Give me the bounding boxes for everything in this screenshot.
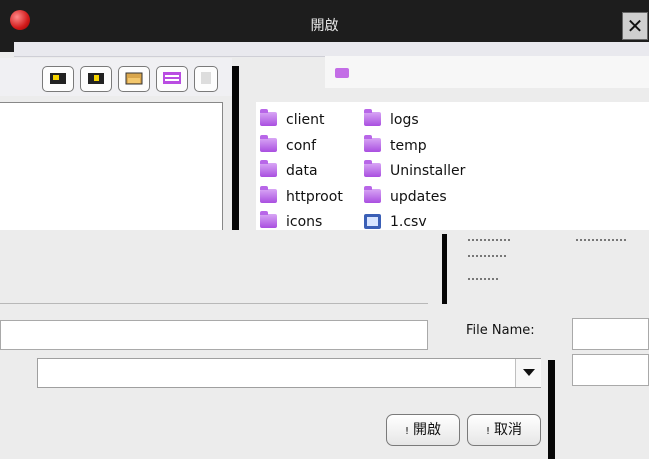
file-name: updates [390, 189, 447, 205]
button-glyph: ! [404, 426, 409, 437]
chevron-down-icon[interactable] [515, 359, 541, 387]
folder-icon [260, 160, 277, 177]
file-name: temp [390, 138, 427, 154]
list-view-button[interactable] [156, 66, 188, 92]
new-folder-button[interactable] [118, 66, 150, 92]
csv-file-icon [364, 214, 381, 229]
folder-icon [260, 186, 277, 203]
file-name: 1.csv [390, 214, 427, 230]
left-file-name-field[interactable] [0, 320, 428, 350]
list-item[interactable]: updates [364, 186, 447, 208]
file-name: conf [286, 138, 317, 154]
file-name-input[interactable] [572, 318, 649, 350]
list-item[interactable]: client [260, 109, 324, 131]
file-name: logs [390, 112, 419, 128]
list-item[interactable]: temp [364, 135, 427, 157]
button-glyph: ! [485, 426, 490, 437]
glitch-bar [442, 234, 447, 304]
open-button[interactable]: ! 開啟 [386, 414, 460, 446]
folder-icon [364, 186, 381, 203]
glitch-fragment [466, 232, 646, 292]
details-view-button[interactable] [194, 66, 218, 92]
new-folder-icon [125, 72, 143, 85]
file-name: client [286, 112, 325, 128]
folder-icon [364, 135, 381, 152]
path-bar[interactable] [325, 56, 649, 88]
file-name: data [286, 163, 318, 179]
home-icon [88, 73, 104, 84]
close-button[interactable]: ✕ [622, 12, 648, 40]
folder-icon [260, 109, 277, 126]
file-name: Uninstaller [390, 163, 466, 179]
file-type-select[interactable] [37, 358, 541, 388]
top-toolbar-strip [14, 42, 649, 57]
list-item[interactable]: conf [260, 135, 316, 157]
glitch-bar [548, 360, 555, 459]
cancel-button-label: 取消 [494, 422, 522, 438]
panel-divider[interactable] [232, 66, 239, 231]
up-folder-icon [50, 73, 66, 84]
folder-icon [335, 68, 349, 78]
file-name-label: File Name: [466, 323, 535, 338]
file-type-field[interactable] [572, 354, 649, 386]
details-view-icon [201, 72, 211, 84]
cancel-button[interactable]: ! 取消 [467, 414, 541, 446]
folder-icon [364, 109, 381, 126]
list-item[interactable]: Uninstaller [364, 160, 465, 182]
list-view-icon [163, 72, 181, 84]
separator [0, 303, 428, 304]
list-item[interactable]: httproot [260, 186, 343, 208]
home-button[interactable] [80, 66, 112, 92]
folder-icon [364, 160, 381, 177]
file-name: httproot [286, 189, 343, 205]
file-name: icons [286, 214, 323, 230]
file-list[interactable]: client conf data httproot icons logs tem… [256, 102, 649, 230]
up-folder-button[interactable] [42, 66, 74, 92]
folder-icon [260, 211, 277, 228]
folder-icon [260, 135, 277, 152]
left-panel[interactable] [0, 102, 223, 233]
list-item[interactable]: data [260, 160, 318, 182]
list-item[interactable]: logs [364, 109, 419, 131]
open-button-label: 開啟 [413, 422, 441, 438]
